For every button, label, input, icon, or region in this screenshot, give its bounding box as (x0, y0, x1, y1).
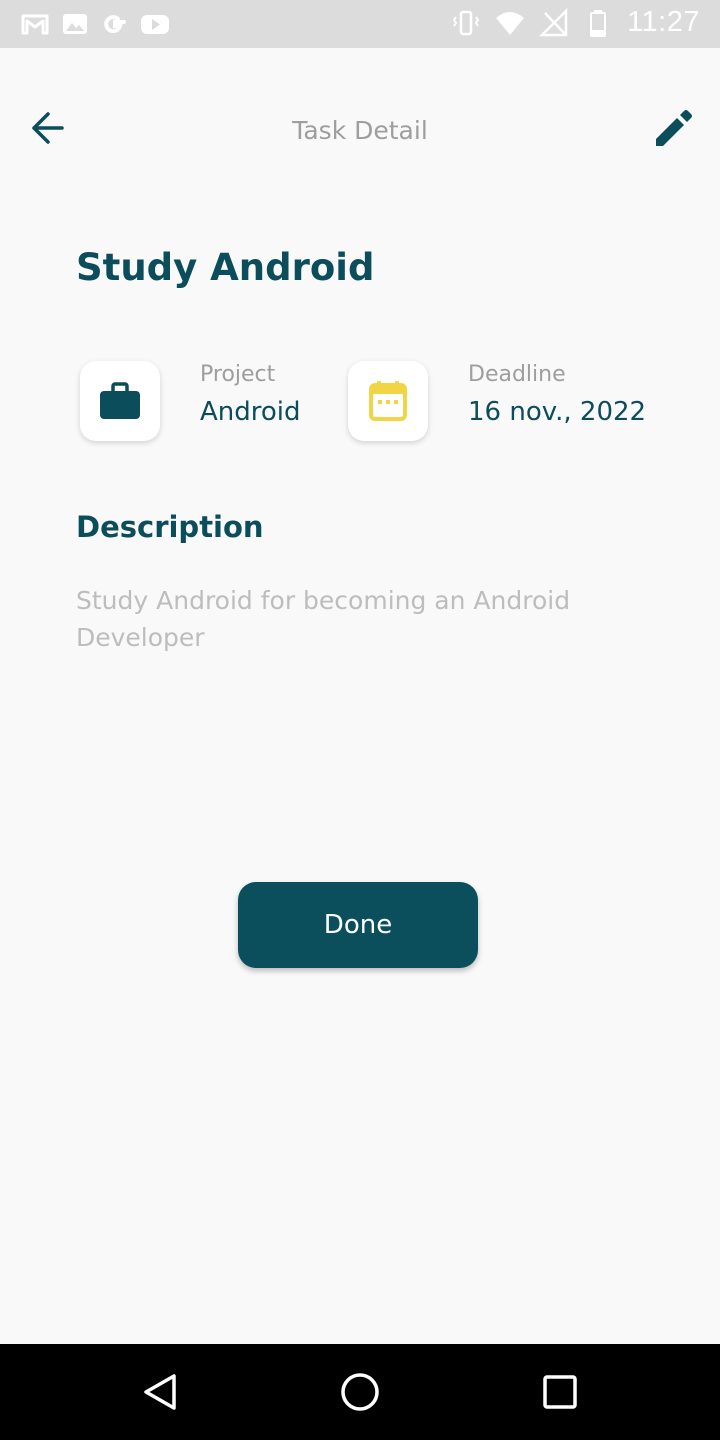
done-button[interactable]: Done (238, 882, 478, 968)
pencil-icon (656, 110, 692, 146)
app-bar: Task Detail (0, 48, 720, 214)
briefcase-icon (100, 382, 140, 419)
page-title: Task Detail (292, 116, 428, 145)
vibrate-icon (452, 10, 480, 35)
navigation-bar (0, 1344, 720, 1440)
system-icons: 11:27 (451, 6, 700, 39)
status-bar: 11:27 (0, 0, 720, 48)
google-icon (104, 15, 126, 34)
gmail-icon (21, 14, 49, 35)
description-heading: Description (76, 510, 264, 544)
status-time: 11:27 (627, 6, 700, 38)
project-label: Project (200, 362, 276, 387)
task-title: Study Android (76, 246, 375, 289)
edit-button[interactable] (650, 106, 696, 152)
deadline-value: 16 nov., 2022 (468, 397, 647, 427)
no-signal-icon (539, 7, 568, 36)
nav-home-icon (341, 1373, 379, 1411)
deadline-label: Deadline (468, 362, 566, 387)
nav-home-button[interactable] (338, 1370, 382, 1414)
wifi-icon (496, 11, 525, 35)
nav-back-icon (144, 1374, 176, 1410)
notification-icons (20, 9, 170, 39)
nav-back-button[interactable] (138, 1370, 182, 1414)
nav-recents-button[interactable] (538, 1370, 582, 1414)
youtube-icon (141, 15, 169, 34)
deadline-icon-card (348, 361, 428, 441)
calendar-icon (369, 381, 407, 421)
nav-recents-icon (543, 1375, 577, 1409)
project-icon-card (80, 361, 160, 441)
description-text: Study Android for becoming an Android De… (76, 586, 571, 652)
battery-icon (590, 9, 607, 37)
photos-icon (63, 14, 87, 34)
project-value: Android (200, 397, 301, 427)
